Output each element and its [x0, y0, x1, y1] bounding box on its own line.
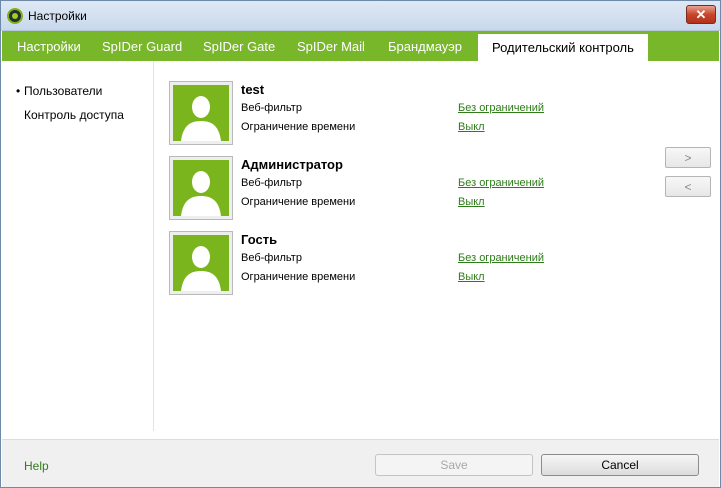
- selected-bullet: •: [16, 84, 21, 98]
- previous-button[interactable]: <: [665, 176, 711, 197]
- tab-settings[interactable]: Настройки: [17, 31, 81, 61]
- tab-bar: Настройки SpIDer Guard SpIDer Gate SpIDe…: [2, 31, 719, 61]
- web-filter-label: Веб-фильтр: [241, 252, 302, 264]
- user-name: Администратор: [241, 157, 343, 172]
- tab-firewall[interactable]: Брандмауэр: [388, 31, 462, 61]
- web-filter-link[interactable]: Без ограничений: [458, 252, 544, 264]
- time-limit-link[interactable]: Выкл: [458, 196, 485, 208]
- sidebar-item-label: Пользователи: [24, 84, 103, 98]
- user-avatar[interactable]: [169, 156, 233, 220]
- user-silhouette-icon: [173, 235, 229, 291]
- sidebar-item-access-control[interactable]: Контроль доступа: [16, 108, 124, 122]
- user-name: test: [241, 82, 265, 97]
- user-card: test Веб-фильтр Без ограничений Ограниче…: [169, 81, 549, 147]
- web-filter-label: Веб-фильтр: [241, 102, 302, 114]
- tab-parental-control[interactable]: Родительский контроль: [478, 34, 648, 61]
- next-button[interactable]: >: [665, 147, 711, 168]
- time-limit-label: Ограничение времени: [241, 271, 356, 283]
- sidebar: • Пользователи Контроль доступа: [2, 61, 154, 431]
- user-silhouette-icon: [173, 85, 229, 141]
- help-link[interactable]: Help: [24, 459, 49, 473]
- web-filter-label: Веб-фильтр: [241, 177, 302, 189]
- user-silhouette-icon: [173, 160, 229, 216]
- time-limit-link[interactable]: Выкл: [458, 271, 485, 283]
- user-card: Гость Веб-фильтр Без ограничений Огранич…: [169, 231, 549, 297]
- time-limit-label: Ограничение времени: [241, 196, 356, 208]
- spider-logo-icon: [7, 8, 23, 24]
- close-button[interactable]: ✕: [686, 5, 716, 24]
- window-title: Настройки: [28, 9, 87, 23]
- footer: Help Save Cancel: [2, 439, 719, 487]
- web-filter-link[interactable]: Без ограничений: [458, 102, 544, 114]
- user-avatar[interactable]: [169, 231, 233, 295]
- user-name: Гость: [241, 232, 278, 247]
- user-card: Администратор Веб-фильтр Без ограничений…: [169, 156, 549, 222]
- tab-spider-gate[interactable]: SpIDer Gate: [203, 31, 275, 61]
- cancel-button[interactable]: Cancel: [541, 454, 699, 476]
- user-avatar[interactable]: [169, 81, 233, 145]
- settings-window: Настройки ✕ Настройки SpIDer Guard SpIDe…: [0, 0, 721, 488]
- sidebar-item-users[interactable]: • Пользователи: [16, 84, 102, 98]
- web-filter-link[interactable]: Без ограничений: [458, 177, 544, 189]
- tab-spider-mail[interactable]: SpIDer Mail: [297, 31, 365, 61]
- time-limit-label: Ограничение времени: [241, 121, 356, 133]
- save-button[interactable]: Save: [375, 454, 533, 476]
- title-bar: Настройки ✕: [1, 1, 720, 31]
- time-limit-link[interactable]: Выкл: [458, 121, 485, 133]
- sidebar-item-label: Контроль доступа: [24, 108, 124, 122]
- tab-spider-guard[interactable]: SpIDer Guard: [102, 31, 182, 61]
